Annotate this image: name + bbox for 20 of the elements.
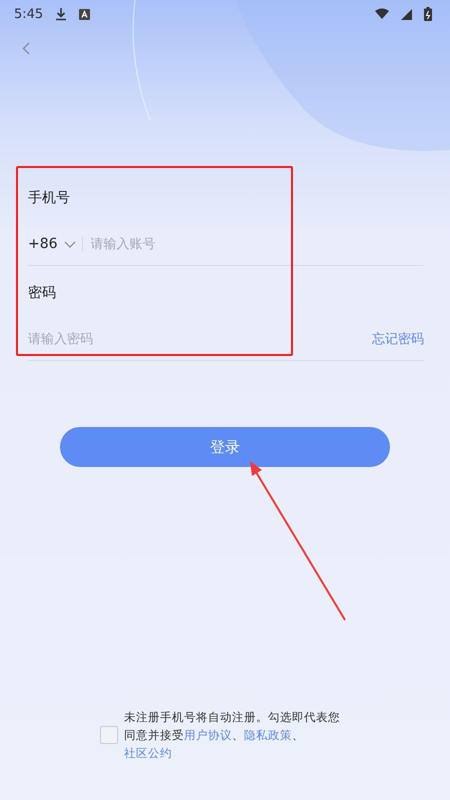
agreement-text: 未注册手机号将自动注册。勾选即代表您同意并接受用户协议、隐私政策、 社区公约 <box>124 709 341 762</box>
field-label: 密码 <box>28 284 57 303</box>
battery-icon <box>424 7 432 21</box>
agreement-link[interactable]: 隐私政策 <box>244 728 292 742</box>
field-label: 手机号 <box>28 189 71 208</box>
wifi-icon <box>375 8 389 20</box>
download-icon <box>55 7 68 21</box>
keyboard-icon <box>79 8 90 20</box>
status-time: 5:45 <box>14 6 44 22</box>
phone-input-field[interactable]: 请输入账号 <box>90 234 424 254</box>
login-button[interactable]: 登录 <box>60 427 390 467</box>
chevron-down-icon <box>64 240 76 248</box>
forgot-password-link[interactable]: 忘记密码 <box>372 330 424 348</box>
back-button[interactable] <box>20 40 32 57</box>
agreement-checkbox[interactable] <box>100 726 118 744</box>
country-code-dropdown[interactable]: +86 <box>28 236 76 252</box>
agreement-link[interactable]: 用户协议 <box>184 728 232 742</box>
password-input-field[interactable]: 请输入密码 <box>28 329 372 349</box>
signal-icon <box>401 8 412 20</box>
agreement-link[interactable]: 社区公约 <box>124 746 172 760</box>
